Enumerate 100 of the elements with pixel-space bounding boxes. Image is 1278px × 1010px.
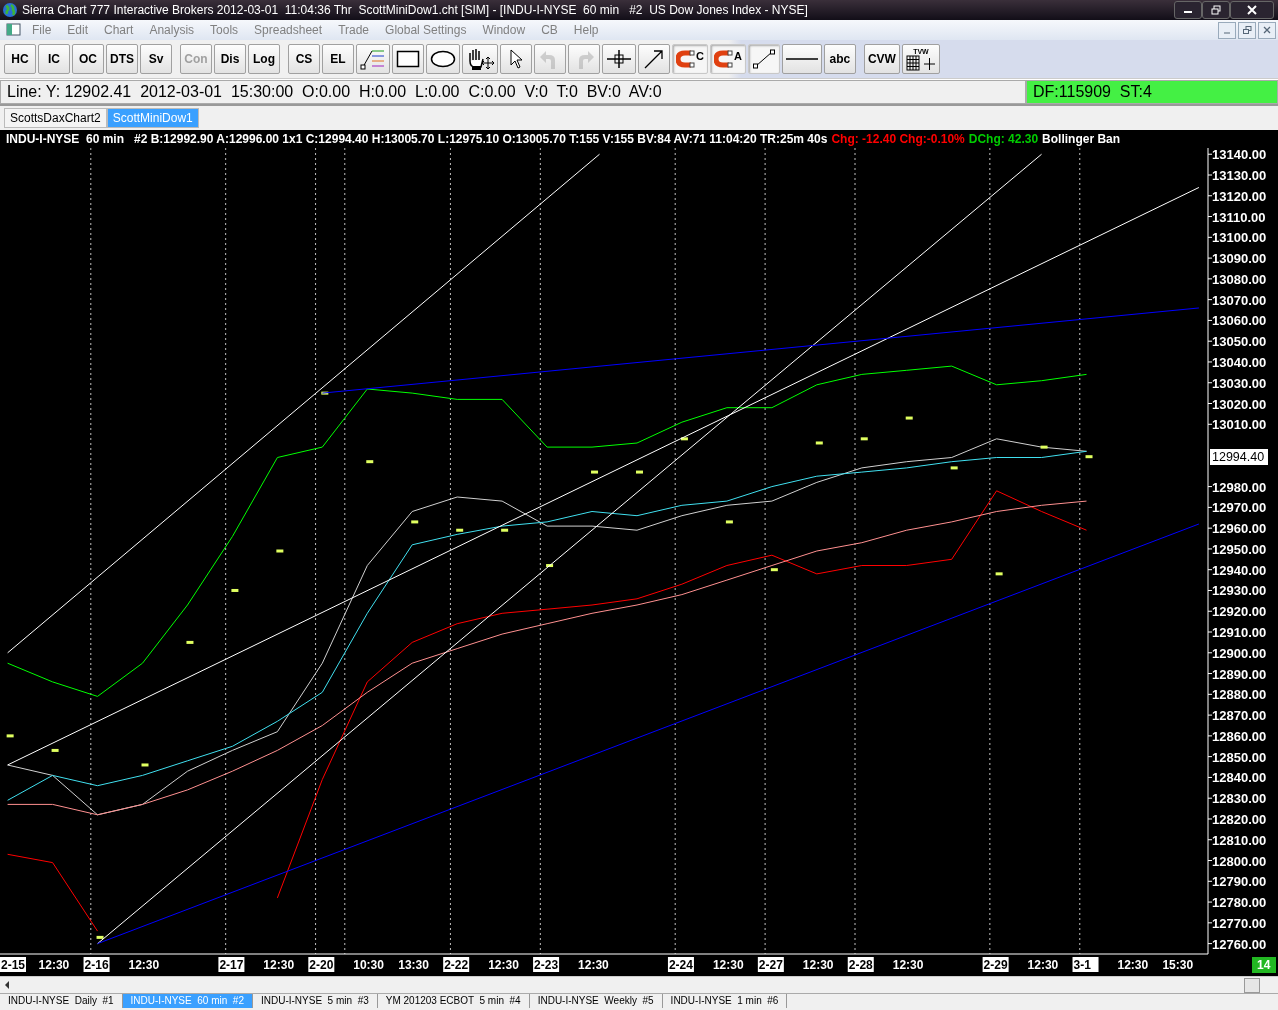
minimize-button[interactable]: [1174, 1, 1202, 19]
price-axis-label: 13130.00: [1212, 168, 1267, 183]
maximize-button[interactable]: [1202, 1, 1230, 19]
fibonacci-tool-icon: [360, 48, 386, 70]
chart-header-text: Chg: -12.40 Chg:-0.10%: [831, 132, 965, 146]
toolbar-button[interactable]: Log: [248, 44, 280, 74]
price-axis-label: 12810.00: [1212, 832, 1267, 848]
price-axis-label: 12870.00: [1212, 708, 1267, 724]
price-axis-label: 12850.00: [1212, 749, 1267, 765]
menu-item[interactable]: Spreadsheet: [246, 23, 331, 37]
toolbar-button[interactable]: Dis: [214, 44, 246, 74]
magnet-icon: [713, 50, 734, 68]
toolbar-button[interactable]: [392, 44, 424, 74]
date-label: 2-22: [443, 957, 470, 972]
price-axis-label: 12770.00: [1212, 915, 1267, 931]
toolbar-button[interactable]: EL: [322, 44, 354, 74]
close-button[interactable]: [1258, 21, 1276, 39]
price-axis-label: 12780.00: [1212, 895, 1267, 911]
price-axis-label: 12970.00: [1212, 500, 1267, 516]
price-axis-label: 12830.00: [1212, 791, 1267, 807]
time-axis-label: 12:30: [488, 958, 519, 972]
toolbar-button[interactable]: A: [709, 44, 746, 74]
chart-header-text: INDU-I-NYSE 60 min #2 B:12992.90 A:12996.00 1x1 C:12994.40 H:13005.70 L:12975.10 O:13005.70 T:155 V:155 BV:84 AV:71 11:04:20 TR:25m 40s: [6, 132, 828, 146]
chart-header-text: Bollinger Ban: [1042, 132, 1121, 146]
price-axis-label: 12950.00: [1212, 541, 1267, 557]
date-label: 2-28: [847, 957, 874, 972]
close-button[interactable]: [1230, 1, 1274, 19]
price-axis-label: 12890.00: [1212, 666, 1267, 682]
scrollbar-thumb[interactable]: [1244, 977, 1260, 993]
menu-item[interactable]: Window: [474, 23, 534, 37]
toolbar-button[interactable]: CVW: [863, 44, 900, 74]
time-axis-label: 13:30: [398, 958, 429, 972]
date-label: 2-15: [0, 957, 26, 972]
price-axis-label: 12880.00: [1212, 687, 1267, 703]
x-tick-label: 3-1: [1073, 958, 1092, 972]
date-label: 2-17: [218, 957, 245, 972]
cursor-info-text: Line: Y: 12902.41 2012-03-01 15:30:00 O:0.00 H:0.00 L:0.00 C:0.00 V:0 T:0 BV:0 AV:0: [0, 80, 1026, 104]
time-axis-label: 12:30: [712, 958, 744, 972]
chart-header-text: DChg: 42.30: [968, 132, 1039, 146]
rectangle-icon: [396, 50, 420, 68]
time-axis-label: 15:30: [1162, 958, 1194, 972]
date-label: 2-16: [83, 957, 110, 972]
pointer-icon: [508, 49, 524, 69]
restore-icon: [1211, 5, 1221, 15]
menu-item[interactable]: Tools: [202, 23, 247, 37]
price-axis-label: 13010.00: [1212, 417, 1267, 433]
toolbar-button[interactable]: OC: [72, 44, 104, 74]
time-axis-label: 12:30: [263, 958, 295, 972]
toolbar-button[interactable]: [500, 44, 532, 74]
toolbar-button[interactable]: [462, 44, 498, 74]
price-axis-label: 12920.00: [1212, 604, 1267, 620]
crosshair-icon: [606, 49, 632, 69]
line-segment-icon: [751, 48, 776, 70]
price-axis-label: 13080.00: [1212, 271, 1267, 287]
restore-button[interactable]: [1238, 21, 1256, 39]
document-icon: [6, 23, 22, 37]
status-indicator: DF:115909 ST:4: [1026, 80, 1278, 104]
time-axis-label: 10:30: [353, 958, 384, 972]
menu-item[interactable]: Help: [565, 23, 607, 37]
price-axis-label: 13110.00: [1212, 209, 1266, 225]
menu-item[interactable]: Analysis: [141, 23, 203, 37]
date-label: 2-20: [308, 957, 335, 972]
price-axis-label: 12980.00: [1212, 479, 1267, 495]
toolbar-button[interactable]: IC: [38, 44, 70, 74]
menu-item[interactable]: Chart: [96, 23, 142, 37]
menu-item[interactable]: Global Settings: [377, 23, 475, 37]
close-icon: [1247, 5, 1257, 15]
toolbar-button[interactable]: [638, 44, 670, 74]
menu-item[interactable]: Edit: [59, 23, 97, 37]
toolbar-button[interactable]: [426, 44, 460, 74]
toolbar-button[interactable]: CS: [288, 44, 320, 74]
toolbar-button[interactable]: Sv: [140, 44, 172, 74]
horizontal-line-icon: [785, 56, 818, 62]
chart-tab[interactable]: ScottsDaxChart2: [4, 108, 107, 128]
menu-item[interactable]: Trade: [330, 23, 378, 37]
time-axis-label: 12:30: [38, 958, 70, 972]
date-label: 2-27: [757, 957, 784, 972]
price-axis-label: 12910.00: [1212, 625, 1267, 640]
price-axis-label: 13070.00: [1212, 292, 1267, 308]
arrow-icon: [643, 48, 665, 70]
toolbar-button[interactable]: HC: [4, 44, 36, 74]
price-axis-label: 13040.00: [1212, 354, 1267, 370]
date-label: 3-1: [1072, 957, 1099, 972]
time-axis-label: 12:30: [802, 958, 834, 972]
toolbar-button[interactable]: [747, 44, 780, 74]
toolbar-button[interactable]: abc: [823, 44, 856, 74]
toolbar-button[interactable]: DTS: [106, 44, 138, 74]
toolbar-button[interactable]: [781, 44, 822, 74]
price-axis-label: 13050.00: [1212, 334, 1267, 350]
price-axis-label: 12760.00: [1212, 936, 1267, 952]
toolbar-button[interactable]: C: [672, 44, 708, 74]
price-axis-label: 12840.00: [1212, 770, 1267, 786]
toolbar-button[interactable]: [602, 44, 636, 74]
restore-icon: [1242, 25, 1252, 35]
table-add-icon: [905, 54, 936, 71]
date-label: 2-29: [982, 957, 1009, 972]
bar-count-badge: 14: [1252, 957, 1276, 973]
time-axis-label: 12:30: [892, 958, 924, 972]
close-icon: [1263, 26, 1271, 34]
date-label: 2-23: [533, 957, 560, 972]
